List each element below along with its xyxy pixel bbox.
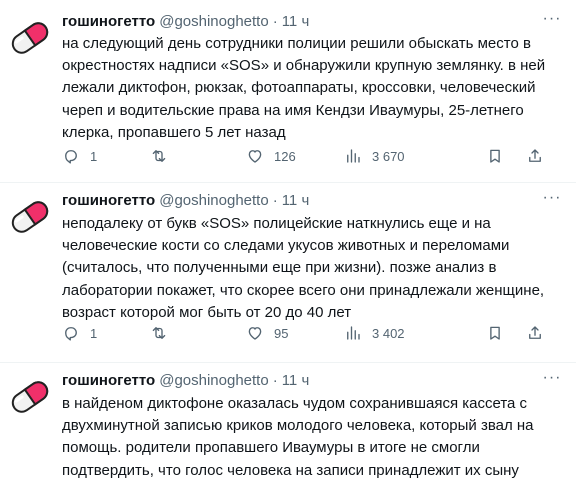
more-dots-icon[interactable]: ··· xyxy=(542,190,562,211)
bookmark-button[interactable] xyxy=(486,144,504,168)
pill-capsule-icon xyxy=(11,201,49,233)
tweet-text: неподалеку от букв «SOS» полицейские нат… xyxy=(62,215,545,321)
retweet-icon xyxy=(152,150,166,162)
tweet-header: гошиногетто @goshinoghetto · 11 ч xyxy=(62,191,546,211)
timestamp[interactable]: 11 ч xyxy=(282,372,310,389)
views-button[interactable]: 3 670 xyxy=(344,144,405,168)
retweet-button[interactable] xyxy=(150,144,178,168)
tweet-actions: 1 95 3 402 xyxy=(56,321,556,345)
avatar[interactable] xyxy=(6,193,54,241)
bookmark-button[interactable] xyxy=(486,321,504,345)
share-button[interactable] xyxy=(526,321,544,345)
pill-capsule-icon xyxy=(11,22,49,54)
pill-capsule-icon xyxy=(11,381,49,413)
share-icon xyxy=(529,326,541,339)
more-dots-icon[interactable]: ··· xyxy=(542,370,562,391)
views-count: 3 402 xyxy=(372,325,405,341)
more-dots-icon[interactable]: ··· xyxy=(542,11,562,32)
tweet-text: на следующий день сотрудники полиции реш… xyxy=(62,35,546,141)
separator-dot: · xyxy=(272,13,278,30)
like-count: 95 xyxy=(274,325,289,341)
views-icon xyxy=(347,326,360,340)
share-button[interactable] xyxy=(526,144,544,168)
heart-icon xyxy=(248,150,262,163)
tweet-text: в найденом диктофоне оказалась чудом сох… xyxy=(62,395,534,479)
user-handle[interactable]: @goshinoghetto xyxy=(159,372,268,389)
heart-icon xyxy=(248,327,262,340)
bookmark-icon xyxy=(490,326,500,340)
tweet[interactable]: гошиногетто @goshinoghetto · 11 ч ··· в най… xyxy=(0,362,576,479)
display-name[interactable]: гошиногетто xyxy=(62,13,155,30)
tweet[interactable]: гошиногетто @goshinoghetto · 11 ч ··· непод… xyxy=(0,182,576,363)
share-icon xyxy=(529,149,541,162)
reply-icon xyxy=(65,150,77,164)
like-count: 126 xyxy=(274,148,296,164)
separator-dot: · xyxy=(272,192,278,209)
display-name[interactable]: гошиногетто xyxy=(62,372,155,389)
tweet[interactable]: гошиногетто @goshinoghetto · 11 ч ··· на сл… xyxy=(0,0,576,182)
avatar[interactable] xyxy=(6,14,54,62)
user-handle[interactable]: @goshinoghetto xyxy=(159,192,268,209)
tweet-header: гошиногетто @goshinoghetto · 11 ч xyxy=(62,371,546,391)
views-button[interactable]: 3 402 xyxy=(344,321,405,345)
retweet-icon xyxy=(152,327,166,339)
like-button[interactable]: 95 xyxy=(246,321,288,345)
separator-dot: · xyxy=(272,372,278,389)
reply-button[interactable]: 1 xyxy=(62,144,97,168)
tweet-actions: 1 126 3 670 xyxy=(56,144,556,168)
views-icon xyxy=(347,149,360,163)
reply-icon xyxy=(65,327,77,341)
bookmark-icon xyxy=(490,149,500,163)
display-name[interactable]: гошиногетто xyxy=(62,192,155,209)
timestamp[interactable]: 11 ч xyxy=(282,192,310,209)
reply-count: 1 xyxy=(90,325,98,341)
user-handle[interactable]: @goshinoghetto xyxy=(159,13,268,30)
avatar[interactable] xyxy=(6,373,54,421)
reply-button[interactable]: 1 xyxy=(62,321,97,345)
timestamp[interactable]: 11 ч xyxy=(282,13,310,30)
retweet-button[interactable] xyxy=(150,321,178,345)
views-count: 3 670 xyxy=(372,148,405,164)
tweet-header: гошиногетто @goshinoghetto · 11 ч xyxy=(62,12,546,32)
reply-count: 1 xyxy=(90,148,98,164)
like-button[interactable]: 126 xyxy=(246,144,296,168)
